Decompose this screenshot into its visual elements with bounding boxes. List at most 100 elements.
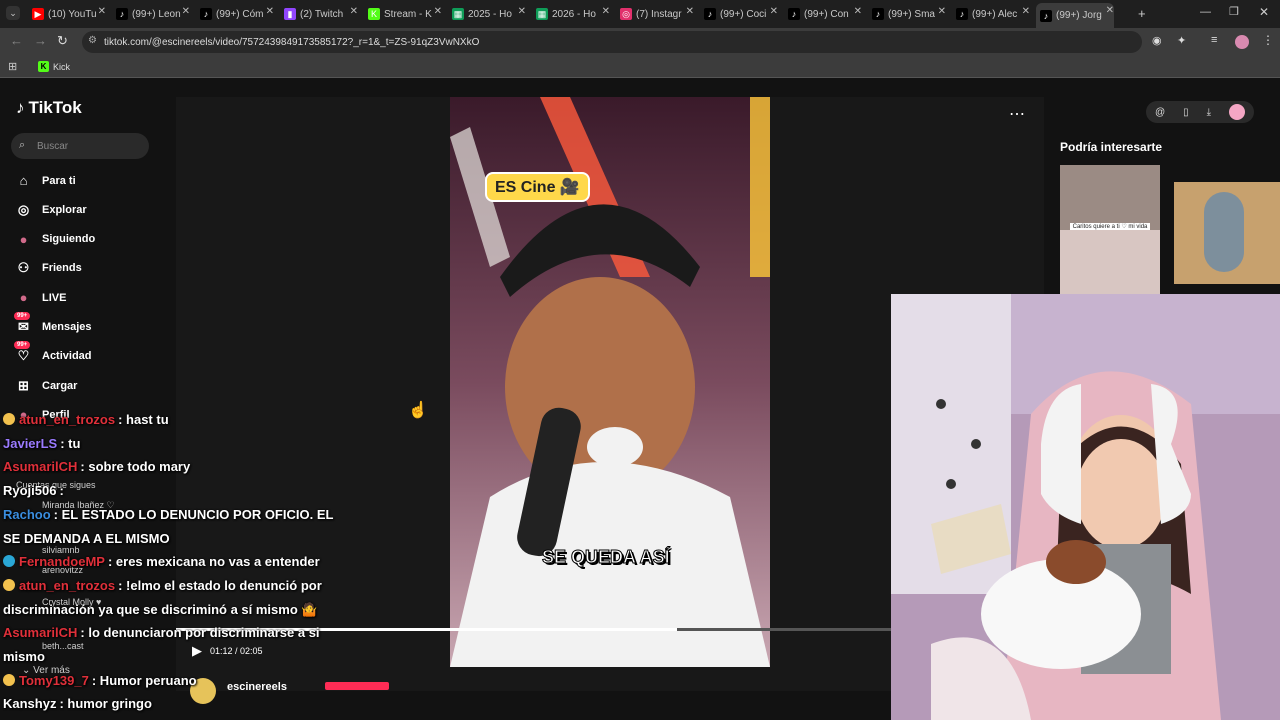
tab-close-icon[interactable]: ✕ [434, 6, 442, 17]
bookmark-kick[interactable]: K Kick [38, 61, 70, 72]
thumb-caption: Caritos quiere a ti ♡ mi vida [1070, 223, 1150, 230]
nav-item[interactable]: ● LIVE [14, 288, 67, 307]
author-name[interactable]: escinereels [227, 681, 287, 693]
browser-tab[interactable]: ♪ (99+) Coci ✕ [700, 4, 778, 24]
chat-text: : [59, 483, 64, 499]
tab-close-icon[interactable]: ✕ [350, 6, 358, 17]
chat-username: Tomy139_7 [19, 672, 89, 688]
nav-item[interactable]: ✉ 99+ Mensajes [14, 311, 92, 337]
nav-item[interactable]: ● Siguiendo [14, 230, 96, 249]
nav-item[interactable]: ⊞ Cargar [14, 376, 77, 395]
extension-icon[interactable]: ◉ [1152, 34, 1162, 47]
video-tools: @ ▯ ⤓ [1146, 101, 1254, 123]
search-icon: ⌕ [19, 139, 26, 151]
extensions-puzzle-icon[interactable]: ✦ [1177, 34, 1186, 47]
browser-tab[interactable]: ▮ (2) Twitch ✕ [280, 4, 358, 24]
reading-list-icon[interactable]: ≡ [1211, 34, 1217, 46]
tab-close-icon[interactable]: ✕ [266, 6, 274, 17]
suggestions-title: Podría interesarte [1060, 140, 1163, 154]
chat-text: : humor gringo [59, 696, 152, 712]
tab-favicon-icon: ◎ [620, 8, 632, 20]
user-avatar-icon[interactable] [1228, 104, 1245, 120]
browser-tab[interactable]: ♪ (99+) Sma ✕ [868, 4, 946, 24]
tab-favicon-icon: ▮ [284, 8, 296, 20]
more-options-icon[interactable]: ⋯ [1009, 104, 1025, 124]
tiktok-logo[interactable]: ♪ TikTok [16, 98, 82, 118]
tab-close-icon[interactable]: ✕ [1022, 6, 1030, 17]
suggested-video-1[interactable]: Caritos quiere a ti ♡ mi vida [1060, 165, 1160, 295]
chat-username: AsumarilCH [3, 625, 78, 641]
activity-icon: ♡ 99+ [14, 340, 33, 366]
browser-tab[interactable]: K Stream - K ✕ [364, 4, 442, 24]
tab-close-icon[interactable]: ✕ [770, 6, 778, 17]
tab-close-icon[interactable]: ✕ [1106, 5, 1114, 16]
site-info-icon[interactable]: ⚙ [88, 35, 97, 46]
browser-tab[interactable]: ♪ (99+) Alec ✕ [952, 4, 1030, 24]
bookmark-label: Kick [53, 61, 71, 72]
tab-close-icon[interactable]: ✕ [602, 6, 610, 17]
chat-message: Rachoo: EL ESTADO LO DENUNCIO POR OFICIO… [3, 504, 333, 525]
tab-label: (99+) Coci [720, 8, 767, 20]
maximize-icon[interactable]: ❐ [1229, 5, 1239, 18]
phone-icon[interactable]: ▯ [1183, 107, 1189, 118]
nav-label: LIVE [42, 291, 67, 304]
chat-text: mismo [3, 649, 45, 664]
nav-label: Actividad [42, 350, 92, 363]
tab-close-icon[interactable]: ✕ [854, 6, 862, 17]
forward-icon[interactable]: → [34, 33, 47, 48]
nav-item[interactable]: ⌂ Para ti [14, 171, 76, 190]
chat-text: : tu [60, 435, 81, 451]
home-icon: ⌂ [19, 173, 28, 188]
search-placeholder: Buscar [37, 140, 69, 152]
menu-icon[interactable]: ⋮ [1262, 33, 1274, 47]
minimize-icon[interactable]: — [1200, 6, 1211, 18]
video-caption-top: ES Cine 🎥 [485, 172, 590, 202]
nav-label: Para ti [42, 174, 76, 187]
kick-icon: K [38, 61, 49, 72]
tab-label: (99+) Sma [888, 8, 935, 20]
chat-message: mismo [3, 646, 45, 667]
tab-close-icon[interactable]: ✕ [686, 6, 694, 17]
browser-tab[interactable]: ♪ (99+) Leon ✕ [112, 4, 190, 24]
close-window-icon[interactable]: ✕ [1259, 5, 1269, 19]
chat-message: atun_en_trozos: hast tu [3, 409, 169, 430]
browser-tab[interactable]: ▦ 2025 - Ho ✕ [448, 4, 526, 24]
tab-favicon-icon: ♪ [788, 8, 800, 20]
chat-username: FernandoeMP [19, 554, 105, 570]
browser-tab[interactable]: ▦ 2026 - Ho ✕ [532, 4, 610, 24]
mention-icon[interactable]: @ [1155, 107, 1165, 118]
browser-tab[interactable]: ◎ (7) Instagr ✕ [616, 4, 694, 24]
play-icon[interactable]: ▶ [192, 643, 202, 659]
caption-top-text: ES Cine [495, 179, 556, 196]
search-input[interactable]: ⌕ Buscar [11, 133, 149, 159]
live-icon: ● [19, 290, 28, 306]
browser-tab[interactable]: ▶ (10) YouTu ✕ [28, 4, 106, 24]
nav-item[interactable]: ♡ 99+ Actividad [14, 340, 92, 366]
back-icon[interactable]: ← [10, 33, 23, 48]
tab-close-icon[interactable]: ✕ [938, 6, 946, 17]
nav-item[interactable]: ◎ Explorar [14, 200, 87, 219]
profile-avatar[interactable] [1235, 35, 1249, 49]
follow-button[interactable] [325, 682, 389, 690]
reload-icon[interactable]: ↻ [57, 33, 68, 49]
tab-label: (7) Instagr [636, 8, 682, 20]
tab-search-button[interactable]: ⌄ [6, 6, 20, 20]
tab-favicon-icon: ♪ [872, 8, 884, 20]
browser-tab[interactable]: ♪ (99+) Con ✕ [784, 4, 862, 24]
tab-favicon-icon: ♪ [116, 8, 128, 20]
tab-close-icon[interactable]: ✕ [182, 6, 190, 17]
suggested-video-2[interactable] [1174, 182, 1280, 284]
nav-item[interactable]: ⚇ Friends [14, 259, 82, 278]
url-field[interactable]: ⚙ tiktok.com/@escinereels/video/75724398… [82, 31, 1142, 53]
tab-close-icon[interactable]: ✕ [98, 6, 106, 17]
chat-text: : eres mexicana no vas a entender [107, 554, 320, 570]
apps-grid-icon[interactable]: ⊞ [8, 60, 17, 73]
notification-badge: 99+ [14, 311, 31, 320]
new-tab-icon[interactable]: + [1138, 6, 1146, 21]
tab-label: 2025 - Ho [468, 8, 512, 20]
video-frame[interactable]: ES Cine 🎥 SE QUEDA ASÍ [450, 97, 770, 667]
browser-tab[interactable]: ♪ (99+) Jorg ✕ [1036, 3, 1114, 28]
browser-tab[interactable]: ♪ (99+) Cóm ✕ [196, 4, 274, 24]
tab-close-icon[interactable]: ✕ [518, 6, 526, 17]
download-icon[interactable]: ⤓ [1207, 107, 1211, 118]
